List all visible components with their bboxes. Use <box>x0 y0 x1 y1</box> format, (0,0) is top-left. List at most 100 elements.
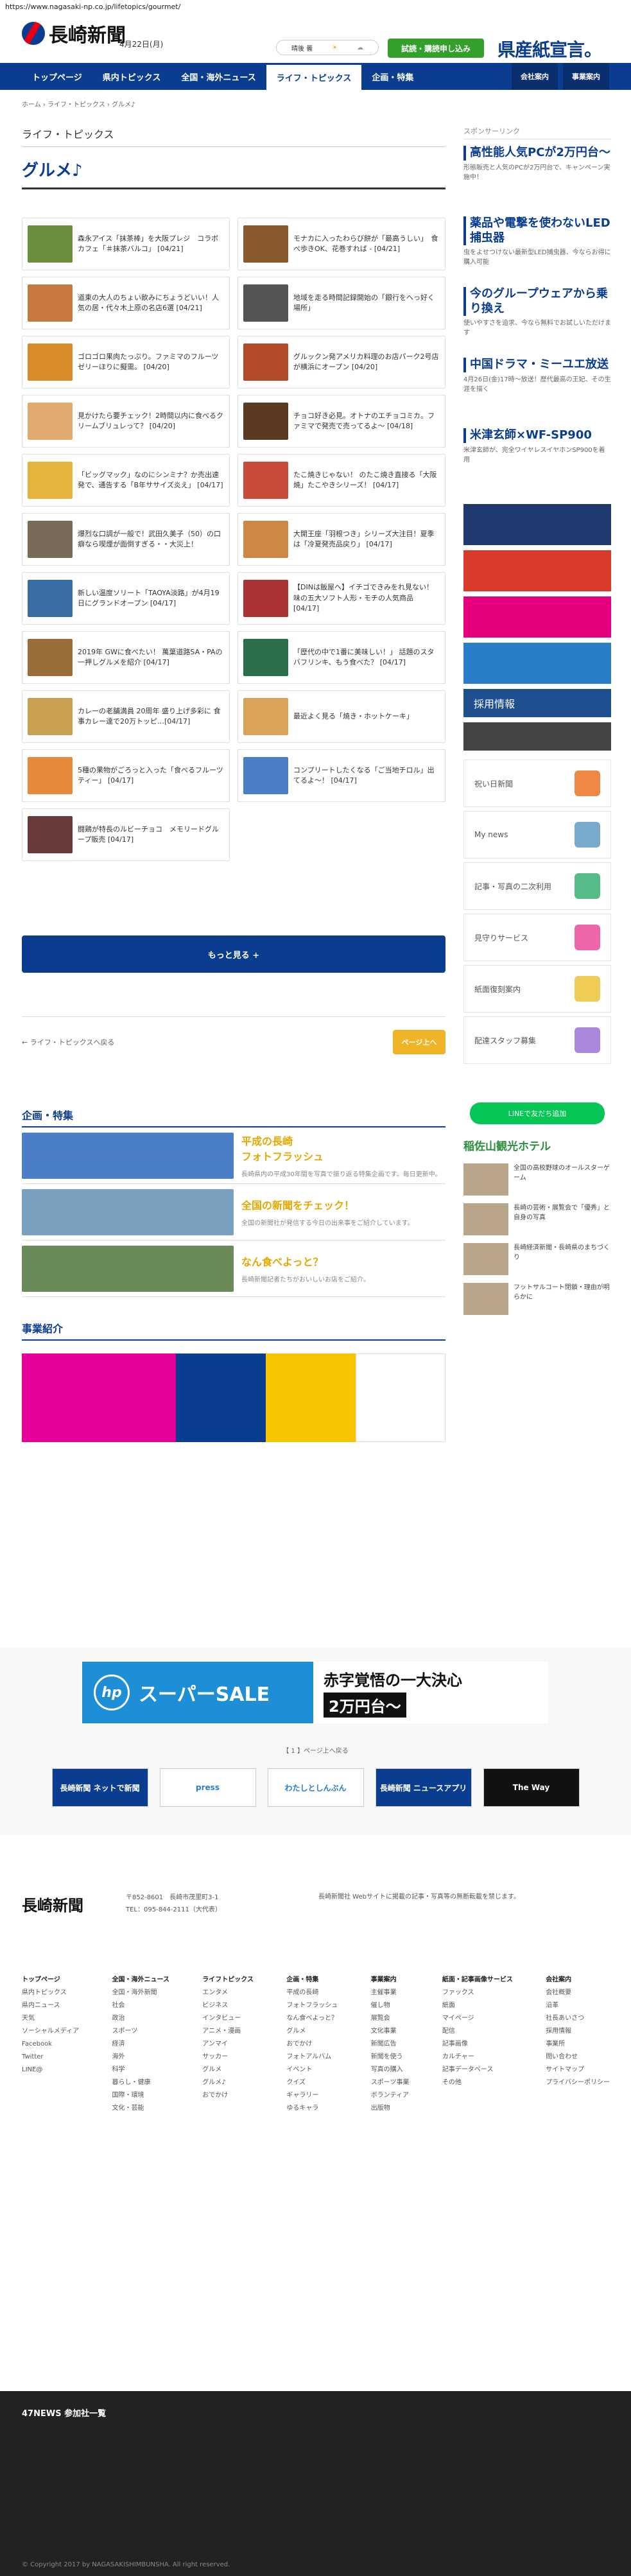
nav-business[interactable]: 事業案内 <box>563 63 609 90</box>
footer-link[interactable]: フォトフラッシュ <box>286 1999 338 2012</box>
nav-item-local[interactable]: 県内トピックス <box>92 63 171 90</box>
footer-link[interactable]: ゆるキャラ <box>286 2102 338 2115</box>
footer-link[interactable]: 記事データベース <box>442 2064 513 2076</box>
footer-column-title[interactable]: 紙面・記事画像サービス <box>442 1974 513 1987</box>
footer-column-title[interactable]: 企画・特集 <box>286 1974 338 1987</box>
sponsor-ad[interactable]: 薬品や電撃を使わないLED捕虫器 虫をよせつけない最新型LED捕虫器、今ならお得に… <box>463 216 611 283</box>
footer-link[interactable]: クイズ <box>286 2076 338 2089</box>
footer-link[interactable]: グルメ <box>286 2025 338 2038</box>
article-card[interactable]: グルックン発アメリカ料理のお店パーク2号店が横浜にオープン [04/20] <box>238 336 445 388</box>
article-card[interactable]: 爆烈な口調が一般で！武田久美子（50）の口癖なら喫煙が面倒すぎる・・大災上！ <box>22 513 230 566</box>
footer-link[interactable]: 科学 <box>112 2064 169 2076</box>
footer-logo[interactable]: 長崎新聞 <box>22 1893 83 1915</box>
footer-link[interactable]: グルメ <box>202 2064 254 2076</box>
footer-link[interactable]: Twitter <box>22 2051 79 2064</box>
footer-link[interactable]: Facebook <box>22 2038 79 2051</box>
footer-link[interactable]: サッカー <box>202 2051 254 2064</box>
article-card[interactable]: 森永アイス「抹茶棒」を大阪プレジ コラボカフェ「＃抹茶バルコ」 [04/21] <box>22 218 230 270</box>
footer-link[interactable]: なん食べよっと？ <box>286 2012 338 2025</box>
footer-link[interactable]: 出版物 <box>371 2102 410 2115</box>
article-card[interactable]: 地域を走る時間記録開始の「銀行をへっ好く場所」 <box>238 277 445 329</box>
footer-link[interactable]: ビジネス <box>202 1999 254 2012</box>
footer-column-title[interactable]: 事業案内 <box>371 1974 410 1987</box>
footer-link[interactable]: ボランティア <box>371 2089 410 2102</box>
footer-link[interactable]: 主催事業 <box>371 1987 410 1999</box>
footer-link[interactable]: 事業所 <box>546 2038 610 2051</box>
article-card[interactable]: 「歴代の中で1番に美味しい！」 話題のスタバフリンキ、もう食べた？ [04/17… <box>238 631 445 684</box>
article-card[interactable]: 道東の大人のちょい飲みにちょうどいい！人気の居・代々木上原の名店6選 [04/2… <box>22 277 230 329</box>
footer-link[interactable]: 政治 <box>112 2012 169 2025</box>
article-card[interactable]: コンプリートしたくなる「ご当地チロル」出てるよ～！ [04/17] <box>238 749 445 802</box>
footer-link[interactable]: 写真の購入 <box>371 2064 410 2076</box>
site-logo[interactable]: 長崎新聞 <box>22 19 126 48</box>
recruit-banner[interactable]: 採用情報 <box>463 689 611 717</box>
footer-link[interactable]: カルチャー <box>442 2051 513 2064</box>
article-card[interactable]: たこ焼きじゃない！ のたこ焼き直接る「大阪焼」たこやきシリーズ！ [04/17] <box>238 454 445 507</box>
footer-link[interactable]: LINE@ <box>22 2064 79 2076</box>
footer-link[interactable]: 文化・芸能 <box>112 2102 169 2115</box>
footer-link[interactable]: イベント <box>286 2064 338 2076</box>
footer-link[interactable]: 新聞広告 <box>371 2038 410 2051</box>
footer-link[interactable]: 国際・環境 <box>112 2089 169 2102</box>
feature-item[interactable]: 全国の新聞をチェック！ 全国の新聞社が発信する今日の出来事をご紹介しています。 <box>22 1184 445 1240</box>
footer-link[interactable]: 記事画像 <box>442 2038 513 2051</box>
footer-link[interactable]: 採用情報 <box>546 2025 610 2038</box>
business-banner[interactable] <box>22 1353 445 1442</box>
footer-link[interactable]: 展覧会 <box>371 2012 410 2025</box>
network-banner[interactable]: press <box>159 1768 256 1807</box>
footer-link[interactable]: スポーツ <box>112 2025 169 2038</box>
article-card[interactable]: 新しい温度ソリート「TAOYA淡路」が4月19日にグランドオープン [04/17… <box>22 572 230 625</box>
nav-item-top[interactable]: トップページ <box>22 63 92 90</box>
nav-item-features[interactable]: 企画・特集 <box>361 63 424 90</box>
footer-link[interactable]: おでかけ <box>202 2089 254 2102</box>
footer-link[interactable]: アンマイ <box>202 2038 254 2051</box>
side-article[interactable]: 長崎の芸術・展覧会で「優秀」と自身の写真 <box>463 1203 611 1238</box>
banner-doit[interactable] <box>266 1353 356 1442</box>
footer-link[interactable]: フォトアルバム <box>286 2051 338 2064</box>
article-card[interactable]: 見かけたら要チェック！2時間以内に食べるクリームブリュレって？ [04/20] <box>22 395 230 448</box>
feature-item[interactable]: なん食べよっと？ 長崎新聞記者たちがおいしいお店をご紹介。 <box>22 1240 445 1297</box>
side-article[interactable]: フットサルコート閉鎖・理由が明らかに <box>463 1283 611 1318</box>
network-banner[interactable]: The Way <box>483 1768 580 1807</box>
side-banner-5[interactable] <box>463 722 611 751</box>
more-button[interactable]: もっと見る + <box>22 936 445 973</box>
footer-link[interactable]: 沿革 <box>546 1999 610 2012</box>
article-card[interactable]: チョコ好き必見。オトナのエチョコミカ。ファミマで発売で売ってるよ～ [04/18… <box>238 395 445 448</box>
network-banner[interactable]: 長崎新聞 ニュースアプリ <box>375 1768 472 1807</box>
footer-link[interactable]: 平成の長崎 <box>286 1987 338 1999</box>
footer-link[interactable]: 経済 <box>112 2038 169 2051</box>
footer-link[interactable]: 県内トピックス <box>22 1987 79 1999</box>
footer-link[interactable]: 社会 <box>112 1999 169 2012</box>
footer-link[interactable]: プライバシーポリシー <box>546 2076 610 2089</box>
line-add-button[interactable]: LINEで友だち追加 <box>470 1102 605 1124</box>
banner-region[interactable] <box>356 1353 445 1442</box>
footer-link[interactable]: アニメ・漫画 <box>202 2025 254 2038</box>
footer-link[interactable]: 暮らし・健康 <box>112 2076 169 2089</box>
article-card[interactable]: 5種の果物がごろっと入った「食べるフルーツティー」 [04/17] <box>22 749 230 802</box>
footer-link[interactable]: 新聞を使う <box>371 2051 410 2064</box>
side-link[interactable]: 配達スタッフ募集 <box>463 1016 611 1064</box>
page-top-button[interactable]: ページ上へ <box>393 1030 445 1054</box>
footer-link[interactable]: ファックス <box>442 1987 513 1999</box>
footer-link[interactable]: 県内ニュース <box>22 1999 79 2012</box>
sponsor-ad[interactable]: 米津玄師×WF-SP900 米津玄師が、完全ワイヤレスイヤホンSP900を着用 <box>463 428 611 495</box>
article-card[interactable]: カレーの老舗満員 20周年 盛り上げ多彩に 食事カレー達で20万トッピ…[04/… <box>22 690 230 743</box>
side-article[interactable]: 長崎経済新聞・長崎県のまちづくり <box>463 1243 611 1278</box>
article-card[interactable]: 「ビッグマック」なのにシンミナ？か売出速発で、通告する「B年ササイズ炎え」 [0… <box>22 454 230 507</box>
footer-link[interactable]: 天気 <box>22 2012 79 2025</box>
footer-link[interactable]: マイページ <box>442 2012 513 2025</box>
side-banner-1[interactable] <box>463 504 611 545</box>
footer-column-title[interactable]: 会社案内 <box>546 1974 610 1987</box>
footer-link[interactable]: エンタメ <box>202 1987 254 1999</box>
footer-link[interactable]: サイトマップ <box>546 2064 610 2076</box>
side-link[interactable]: 見守りサービス <box>463 914 611 961</box>
footer-link[interactable]: 問い合わせ <box>546 2051 610 2064</box>
trial-subscribe-button[interactable]: 試読・購読申し込み <box>388 39 484 58</box>
side-link[interactable]: My news <box>463 811 611 858</box>
footer-link[interactable]: 社長あいさつ <box>546 2012 610 2025</box>
ad-pager[interactable]: 【 1 】ページ上へ戻る <box>0 1745 631 1755</box>
side-article[interactable]: 全国の高校野球のオールスターゲーム <box>463 1163 611 1198</box>
article-card[interactable]: 2019年 GWに食べたい！ 萬葉道路SA・PAの一押しグルメを紹介 [04/1… <box>22 631 230 684</box>
side-banner-3[interactable] <box>463 596 611 638</box>
article-card[interactable]: 最近よく見る「焼き・ホットケーキ」 <box>238 690 445 743</box>
